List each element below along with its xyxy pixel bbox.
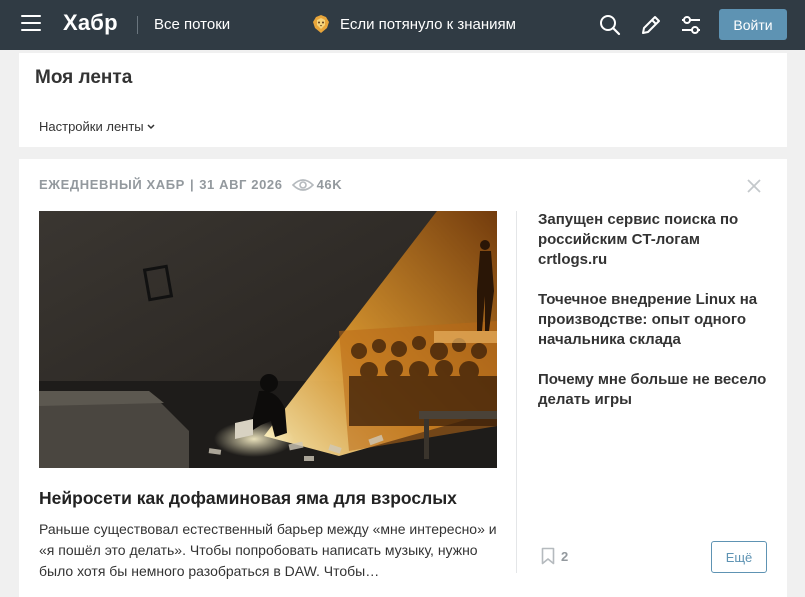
- page-title: Моя лента: [35, 67, 133, 88]
- promo-text: Если потянуло к знаниям: [340, 15, 516, 33]
- habr-logo[interactable]: Хабр: [63, 10, 118, 36]
- views-count: 46K: [316, 177, 343, 192]
- daily-digest-card: ЕЖЕДНЕВНЫЙ ХАБР | 31 АВГ 2026 46K Нейрос…: [19, 159, 787, 597]
- cover-illustration: [39, 211, 497, 468]
- side-article-link[interactable]: Запущен сервис поиска по российским CT-л…: [538, 210, 773, 270]
- feed-header-card: Моя лента Настройки ленты: [19, 53, 787, 147]
- eye-icon: [291, 178, 314, 191]
- article-title-link[interactable]: Нейросети как дофаминовая яма для взросл…: [39, 488, 457, 509]
- side-article-link[interactable]: Почему мне больше не весело делать игры: [538, 370, 773, 410]
- meta-separator: |: [189, 177, 195, 192]
- pencil-icon[interactable]: [639, 13, 663, 37]
- promo-link[interactable]: Если потянуло к знаниям: [312, 14, 516, 34]
- chevron-down-icon: [147, 123, 155, 129]
- feed-settings-dropdown[interactable]: Настройки ленты: [39, 119, 155, 134]
- article-cover-image[interactable]: [39, 211, 497, 468]
- bookmark-icon: [541, 547, 555, 565]
- digest-meta: ЕЖЕДНЕВНЫЙ ХАБР | 31 АВГ 2026 46K: [39, 177, 342, 192]
- more-button[interactable]: Ещё: [711, 541, 767, 573]
- lion-icon: [313, 15, 329, 33]
- settings-sliders-icon[interactable]: [679, 13, 703, 37]
- menu-icon[interactable]: [21, 15, 41, 33]
- article-lead-text: Раньше существовал естественный барьер м…: [39, 521, 497, 579]
- all-streams-link[interactable]: Все потоки: [154, 16, 230, 33]
- bookmark-count: 2: [561, 548, 569, 564]
- feed-settings-label: Настройки ленты: [39, 119, 144, 134]
- top-navbar: Хабр Все потоки Если потянуло к знаниям …: [0, 0, 805, 50]
- column-divider: [516, 211, 517, 573]
- digest-source[interactable]: ЕЖЕДНЕВНЫЙ ХАБР: [39, 177, 185, 192]
- close-icon[interactable]: [747, 179, 761, 193]
- side-article-list: Запущен сервис поиска по российским CT-л…: [538, 210, 773, 430]
- side-article-link[interactable]: Точечное внедрение Linux на производстве…: [538, 290, 773, 350]
- bookmark-button[interactable]: 2: [541, 547, 568, 565]
- digest-date: 31 АВГ 2026: [199, 177, 283, 192]
- login-button[interactable]: Войти: [719, 9, 787, 40]
- header-divider: [137, 16, 138, 34]
- search-icon[interactable]: [598, 13, 622, 37]
